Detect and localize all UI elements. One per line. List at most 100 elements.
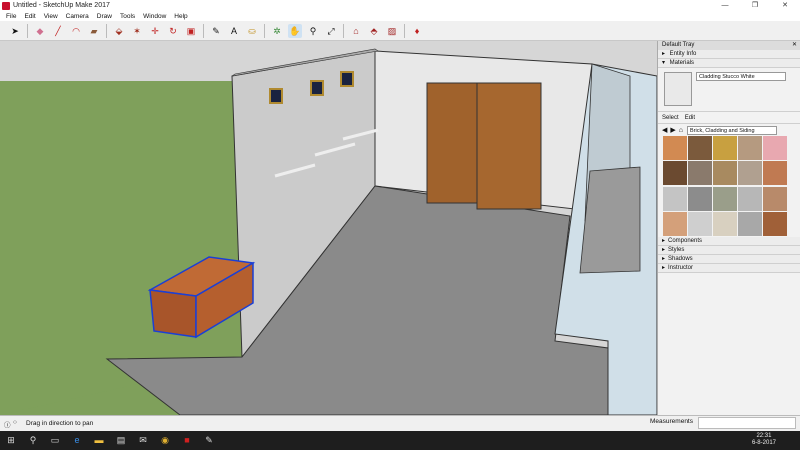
close-button[interactable]: ✕ xyxy=(770,0,800,11)
material-preview: Cladding Stucco White xyxy=(658,68,800,112)
modeling-viewport[interactable] xyxy=(0,41,657,415)
pan-tool-icon[interactable]: ✋ xyxy=(288,23,302,38)
menu-tools[interactable]: Tools xyxy=(120,13,135,20)
sketchup-taskbar-icon[interactable]: ■ xyxy=(176,431,198,450)
door-right xyxy=(476,82,542,210)
status-hint: Drag in direction to pan xyxy=(26,420,94,427)
material-swatch-1[interactable] xyxy=(663,136,687,160)
chrome-icon[interactable]: ◉ xyxy=(154,431,176,450)
paint-bucket-tool-icon[interactable]: ⛀ xyxy=(245,24,259,38)
material-swatch-11[interactable] xyxy=(663,186,687,211)
material-swatch-20[interactable] xyxy=(763,211,787,236)
material-swatch-15[interactable] xyxy=(763,186,787,211)
material-swatch-5[interactable] xyxy=(763,136,787,160)
store-icon[interactable]: ▤ xyxy=(110,431,132,450)
rotate-tool-icon[interactable]: ↻ xyxy=(166,24,180,38)
share-model-icon[interactable]: ⬘ xyxy=(367,24,381,38)
wall-shield-3 xyxy=(340,71,354,87)
material-name-field[interactable]: Cladding Stucco White xyxy=(696,72,786,81)
toolbar-separator xyxy=(106,23,107,38)
file-explorer-icon[interactable]: ▬ xyxy=(88,431,110,450)
push-pull-tool-icon[interactable]: ⬙ xyxy=(112,24,126,38)
system-clock[interactable]: 22:31 6-8-2017 xyxy=(752,433,776,447)
arc-tool-icon[interactable]: ◠ xyxy=(69,24,83,38)
library-select[interactable]: Brick, Cladding and Siding xyxy=(687,125,778,135)
styles-section[interactable]: ▸ Styles xyxy=(658,246,800,255)
ruby-extension-icon[interactable]: ♦ xyxy=(410,24,424,38)
move-tool-icon[interactable]: ✛ xyxy=(148,24,162,38)
geo-icon[interactable]: ○ xyxy=(13,419,17,426)
tray-title: Default Tray ✕ xyxy=(658,41,800,50)
material-tabs: Select Edit xyxy=(658,112,800,124)
zoom-extents-tool-icon[interactable]: ⤢ xyxy=(324,24,338,38)
instructor-label: Instructor xyxy=(668,265,694,271)
materials-label: Materials xyxy=(669,60,695,66)
back-arrow-icon[interactable]: ◀ xyxy=(662,126,667,134)
expand-icon: ▸ xyxy=(662,51,666,57)
material-swatch-3[interactable] xyxy=(713,136,737,160)
scene-canvas[interactable] xyxy=(0,41,657,415)
menu-bar: File Edit View Camera Draw Tools Window … xyxy=(0,11,800,21)
text-tool-icon[interactable]: A xyxy=(227,24,241,38)
search-icon[interactable]: ⚲ xyxy=(22,431,44,450)
menu-window[interactable]: Window xyxy=(143,13,166,20)
app-taskbar-icon[interactable]: ✎ xyxy=(198,431,220,450)
tape-measure-tool-icon[interactable]: ✎ xyxy=(209,24,223,38)
material-swatch-9[interactable] xyxy=(738,161,762,186)
mail-icon[interactable]: ✉ xyxy=(132,431,154,450)
menu-draw[interactable]: Draw xyxy=(97,13,112,20)
material-swatch-6[interactable] xyxy=(663,161,687,186)
line-tool-icon[interactable]: ╱ xyxy=(51,24,65,38)
shadows-section[interactable]: ▸ Shadows xyxy=(658,255,800,264)
styles-label: Styles xyxy=(668,247,685,253)
components-label: Components xyxy=(668,238,703,244)
shelf-planks xyxy=(579,166,641,274)
scale-tool-icon[interactable]: ▣ xyxy=(184,24,198,38)
menu-help[interactable]: Help xyxy=(174,13,187,20)
material-swatch-17[interactable] xyxy=(688,211,712,236)
tab-select[interactable]: Select xyxy=(662,115,679,121)
rectangle-tool-icon[interactable]: ▰ xyxy=(87,24,101,38)
select-tool-icon[interactable]: ➤ xyxy=(8,24,22,38)
wall-shield-1 xyxy=(269,88,283,104)
forward-arrow-icon[interactable]: ▶ xyxy=(670,126,675,134)
material-swatch-13[interactable] xyxy=(713,186,737,211)
material-swatch-12[interactable] xyxy=(688,186,712,211)
measurements-input[interactable] xyxy=(698,417,796,429)
instructor-section[interactable]: ▸ Instructor xyxy=(658,264,800,273)
menu-camera[interactable]: Camera xyxy=(66,13,89,20)
material-swatch-18[interactable] xyxy=(713,211,737,236)
minimize-button[interactable]: — xyxy=(710,0,740,11)
material-swatch-4[interactable] xyxy=(738,136,762,160)
material-swatch-7[interactable] xyxy=(688,161,712,186)
orbit-tool-icon[interactable]: ✲ xyxy=(270,24,284,38)
menu-edit[interactable]: Edit xyxy=(24,13,35,20)
warehouse-icon[interactable]: ⌂ xyxy=(349,24,363,38)
materials-section[interactable]: ▾ Materials xyxy=(658,59,800,68)
chest-front[interactable] xyxy=(149,289,197,338)
zoom-tool-icon[interactable]: ⚲ xyxy=(306,24,320,38)
task-view-icon[interactable]: ▭ xyxy=(44,431,66,450)
material-swatch-16[interactable] xyxy=(663,211,687,236)
menu-view[interactable]: View xyxy=(44,13,58,20)
home-icon[interactable]: ⌂ xyxy=(679,127,683,134)
material-swatch-19[interactable] xyxy=(738,211,762,236)
extension-warehouse-icon[interactable]: ▨ xyxy=(385,24,399,38)
follow-me-tool-icon[interactable]: ✶ xyxy=(130,24,144,38)
tray-close-icon[interactable]: ✕ xyxy=(792,41,797,50)
entity-info-section[interactable]: ▸ Entity Info xyxy=(658,50,800,59)
maximize-button[interactable]: ❐ xyxy=(740,0,770,11)
toolbar-separator xyxy=(264,23,265,38)
material-swatch-14[interactable] xyxy=(738,186,762,211)
material-swatch-2[interactable] xyxy=(688,136,712,160)
start-icon[interactable]: ⊞ xyxy=(0,431,22,450)
material-swatch-8[interactable] xyxy=(713,161,737,186)
info-icon[interactable]: ⓘ xyxy=(4,419,11,429)
tab-edit[interactable]: Edit xyxy=(685,115,695,121)
shadows-label: Shadows xyxy=(668,256,693,262)
components-section[interactable]: ▸ Components xyxy=(658,237,800,246)
material-swatch-10[interactable] xyxy=(763,161,787,186)
edge-icon[interactable]: e xyxy=(66,431,88,450)
eraser-tool-icon[interactable]: ◆ xyxy=(33,24,47,38)
menu-file[interactable]: File xyxy=(6,13,16,20)
